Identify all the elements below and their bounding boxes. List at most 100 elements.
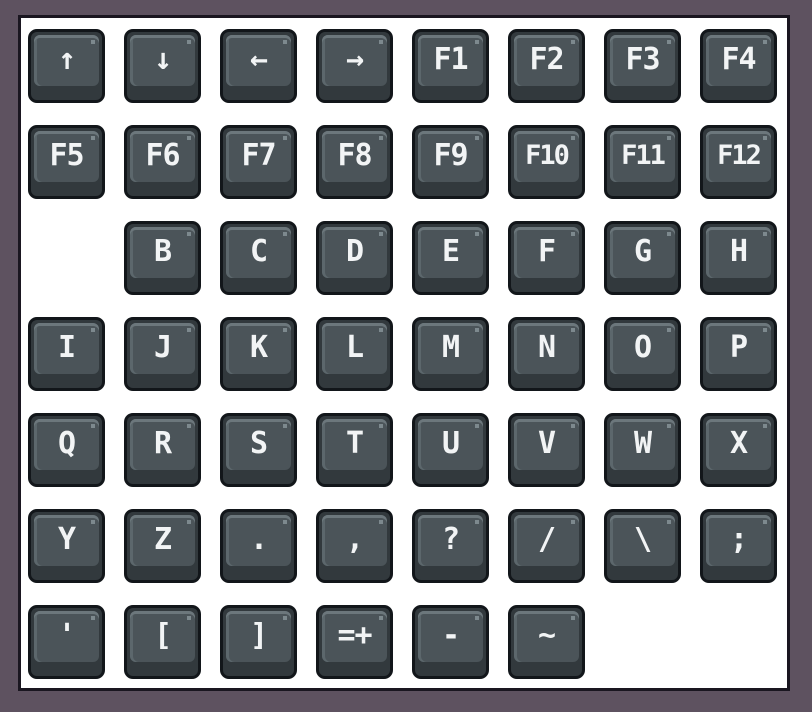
- keycap-label: J: [153, 330, 172, 365]
- keycap-label: ?: [441, 522, 460, 557]
- keycap-label: W: [633, 426, 652, 461]
- keycap-label: Z: [153, 522, 172, 557]
- keycap-label: P: [729, 330, 748, 365]
- keycap-f1: F1: [412, 29, 489, 103]
- keycap-label: /: [537, 522, 556, 557]
- keycap-u2192: →: [316, 29, 393, 103]
- keycap-label: K: [249, 330, 268, 365]
- keycap-o: O: [604, 317, 681, 391]
- keycap-u5b: [: [124, 605, 201, 679]
- keycap-u3b: ;: [700, 509, 777, 583]
- keycap-label: F9: [433, 138, 468, 173]
- keycap-label: B: [153, 234, 172, 269]
- keycap-label: S: [249, 426, 268, 461]
- keycap-label: F1: [433, 42, 468, 77]
- keycap-f: F: [508, 221, 585, 295]
- keycap-u27: ': [28, 605, 105, 679]
- keycap-j: J: [124, 317, 201, 391]
- keycap-label: H: [729, 234, 748, 269]
- keycap-label: ↑: [57, 42, 76, 77]
- keycap-label: I: [57, 330, 76, 365]
- keycap-label: \: [633, 522, 652, 557]
- keycap-k: K: [220, 317, 297, 391]
- keycap-v: V: [508, 413, 585, 487]
- keycap-z: Z: [124, 509, 201, 583]
- keycap-f10: F10: [508, 125, 585, 199]
- keycap-label: [: [153, 618, 172, 653]
- keycap-r: R: [124, 413, 201, 487]
- keycap-label: O: [633, 330, 652, 365]
- keycap-m: M: [412, 317, 489, 391]
- keycap-f5: F5: [28, 125, 105, 199]
- keycap-f7: F7: [220, 125, 297, 199]
- keycap-label: ,: [345, 522, 364, 557]
- keycap-label: ]: [249, 618, 268, 653]
- keycap-label: T: [345, 426, 364, 461]
- keycap-u2c: ,: [316, 509, 393, 583]
- keycap-e: E: [412, 221, 489, 295]
- keycap-label: F7: [241, 138, 276, 173]
- keycap-label: ←: [249, 42, 268, 77]
- keycap-f8: F8: [316, 125, 393, 199]
- keycap-l: L: [316, 317, 393, 391]
- keycap-label: G: [633, 234, 652, 269]
- keycap-label: F11: [621, 140, 666, 171]
- keycap-label: F10: [525, 140, 570, 171]
- keycap-label: C: [249, 234, 268, 269]
- keycap-x: X: [700, 413, 777, 487]
- keycap-g: G: [604, 221, 681, 295]
- keycap-label: F2: [529, 42, 564, 77]
- keycap-label: L: [345, 330, 364, 365]
- keycap-y: Y: [28, 509, 105, 583]
- keycap-q: Q: [28, 413, 105, 487]
- keycap-u7e: ~: [508, 605, 585, 679]
- keycap-f2: F2: [508, 29, 585, 103]
- keycap-label: R: [153, 426, 172, 461]
- keycap-h: H: [700, 221, 777, 295]
- keycap-label: Y: [57, 522, 76, 557]
- keycap-d: D: [316, 221, 393, 295]
- keycap-f12: F12: [700, 125, 777, 199]
- keycap-label: =+: [337, 618, 372, 653]
- keycap-f4: F4: [700, 29, 777, 103]
- keycap-u2d: -: [412, 605, 489, 679]
- keycap-label: X: [729, 426, 748, 461]
- keycap-b: B: [124, 221, 201, 295]
- keycap-f3: F3: [604, 29, 681, 103]
- keycap-u5d: ]: [220, 605, 297, 679]
- keycap-u5c: \: [604, 509, 681, 583]
- keycap-label: U: [441, 426, 460, 461]
- keycap-label: D: [345, 234, 364, 269]
- keycap-u3f: ?: [412, 509, 489, 583]
- keycap-label: M: [441, 330, 460, 365]
- keycap-grid: ↑ ↓ ← → F1 F2 F3 F4 F5 F6 F7 F8 F9 F10 F11 F12 B C D E F G H I J…: [28, 29, 777, 679]
- keycap-u2f: /: [508, 509, 585, 583]
- keycap-label: F4: [721, 42, 756, 77]
- keycap-label: .: [249, 522, 268, 557]
- keycap-s: S: [220, 413, 297, 487]
- keycap-f9: F9: [412, 125, 489, 199]
- keycap-label: F12: [717, 140, 762, 171]
- keycap-label: -: [441, 618, 460, 653]
- sprite-sheet: ↑ ↓ ← → F1 F2 F3 F4 F5 F6 F7 F8 F9 F10 F11 F12 B C D E F G H I J…: [18, 15, 790, 691]
- keycap-label: F: [537, 234, 556, 269]
- keycap-f6: F6: [124, 125, 201, 199]
- keycap-f11: F11: [604, 125, 681, 199]
- keycap-label: ↓: [153, 42, 172, 77]
- keycap-w: W: [604, 413, 681, 487]
- keycap-label: V: [537, 426, 556, 461]
- keycap-u2190: ←: [220, 29, 297, 103]
- keycap-n: N: [508, 317, 585, 391]
- keycap-u2e: .: [220, 509, 297, 583]
- keycap-label: Q: [57, 426, 76, 461]
- keycap-t: T: [316, 413, 393, 487]
- keycap-u: U: [412, 413, 489, 487]
- keycap-label: N: [537, 330, 556, 365]
- keycap-i: I: [28, 317, 105, 391]
- keycap-label: F6: [145, 138, 180, 173]
- keycap-label: F5: [49, 138, 84, 173]
- keycap-p: P: [700, 317, 777, 391]
- keycap-u2193: ↓: [124, 29, 201, 103]
- keycap-label: ;: [729, 522, 748, 557]
- keycap-u3du2b: =+: [316, 605, 393, 679]
